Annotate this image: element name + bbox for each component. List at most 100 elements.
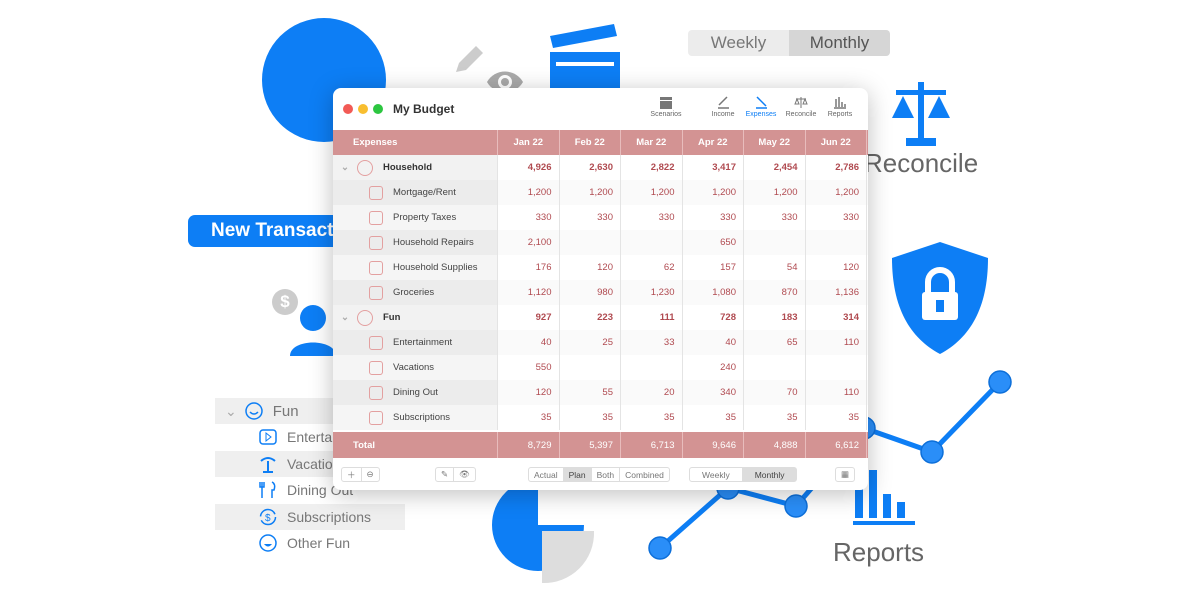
close-button[interactable]	[343, 104, 353, 114]
eye-icon[interactable]: 👁	[454, 468, 475, 481]
cell-value[interactable]: 120	[498, 380, 560, 405]
table-row[interactable]: Mortgage/Rent 1,200 1,200 1,200 1,200 1,200 1,…	[333, 180, 868, 205]
cell-value[interactable]: 176	[498, 255, 560, 280]
cell-value[interactable]: 330	[621, 205, 683, 230]
cell-value[interactable]: 870	[744, 280, 806, 305]
combined-option[interactable]: Combined	[620, 468, 669, 481]
cell-value[interactable]: 120	[806, 255, 867, 280]
cell-value[interactable]: 65	[744, 330, 806, 355]
cell-value[interactable]: 1,080	[683, 280, 744, 305]
weekly-option[interactable]: Weekly	[688, 30, 789, 56]
cell-value[interactable]: 240	[683, 355, 744, 380]
cell-value[interactable]: 223	[560, 305, 621, 330]
cell-value[interactable]: 980	[560, 280, 621, 305]
cell-value[interactable]: 20	[621, 380, 683, 405]
cell-value[interactable]	[744, 230, 806, 255]
cell-value[interactable]: 330	[806, 205, 867, 230]
cell-value[interactable]: 2,822	[621, 155, 683, 180]
cell-value[interactable]	[621, 355, 683, 380]
cell-value[interactable]: 25	[560, 330, 621, 355]
cell-value[interactable]: 35	[806, 405, 867, 430]
cell-value[interactable]: 1,200	[560, 180, 621, 205]
actual-option[interactable]: Actual	[529, 468, 564, 481]
scenarios-button[interactable]: Scenarios	[646, 96, 686, 118]
cell-value[interactable]: 4,926	[498, 155, 560, 180]
cell-value[interactable]: 2,454	[744, 155, 806, 180]
cell-value[interactable]: 330	[744, 205, 806, 230]
cell-value[interactable]: 70	[744, 380, 806, 405]
cell-value[interactable]: 35	[560, 405, 621, 430]
reports-button[interactable]: Reports	[820, 96, 860, 118]
cell-value[interactable]: 330	[498, 205, 560, 230]
cell-value[interactable]: 1,230	[621, 280, 683, 305]
cell-value[interactable]: 111	[621, 305, 683, 330]
table-row[interactable]: Household Repairs 2,100 650	[333, 230, 868, 255]
plan-option[interactable]: Plan	[563, 468, 592, 481]
weekly-option[interactable]: Weekly	[690, 468, 743, 481]
expenses-button[interactable]: Expenses	[741, 96, 781, 118]
cell-value[interactable]: 1,200	[683, 180, 744, 205]
cell-value[interactable]: 550	[498, 355, 560, 380]
cell-value[interactable]: 650	[683, 230, 744, 255]
cell-value[interactable]: 2,786	[806, 155, 867, 180]
cell-value[interactable]: 1,120	[498, 280, 560, 305]
cell-value[interactable]: 1,200	[498, 180, 560, 205]
table-row[interactable]: Household Supplies 176 120 62 157 54 120	[333, 255, 868, 280]
add-button[interactable]: ＋	[342, 468, 362, 481]
cell-value[interactable]	[560, 355, 621, 380]
table-row[interactable]: Vacations 550 240	[333, 355, 868, 380]
cell-value[interactable]: 2,100	[498, 230, 560, 255]
zoom-button[interactable]	[373, 104, 383, 114]
cell-value[interactable]	[806, 230, 867, 255]
cell-value[interactable]	[560, 230, 621, 255]
cell-value[interactable]: 1,136	[806, 280, 867, 305]
table-row[interactable]: Groceries 1,120 980 1,230 1,080 870 1,136	[333, 280, 868, 305]
cell-value[interactable]: 55	[560, 380, 621, 405]
remove-button[interactable]: ⊖	[362, 468, 379, 481]
table-row[interactable]: Subscriptions 35 35 35 35 35 35	[333, 405, 868, 430]
cell-value[interactable]: 35	[621, 405, 683, 430]
category-row[interactable]: ⌄ Fun 927 223 111 728 183 314	[333, 305, 868, 330]
cell-value[interactable]: 40	[683, 330, 744, 355]
table-row[interactable]: Property Taxes 330 330 330 330 330 330	[333, 205, 868, 230]
cell-value[interactable]	[806, 355, 867, 380]
cell-value[interactable]: 728	[683, 305, 744, 330]
income-button[interactable]: Income	[703, 96, 743, 118]
period-toggle[interactable]: Weekly Monthly	[688, 30, 890, 56]
cell-value[interactable]	[621, 230, 683, 255]
cell-value[interactable]: 3,417	[683, 155, 744, 180]
cell-value[interactable]: 340	[683, 380, 744, 405]
reconcile-button[interactable]: Reconcile	[781, 96, 821, 118]
monthly-option[interactable]: Monthly	[789, 30, 890, 56]
cell-value[interactable]: 110	[806, 380, 867, 405]
cell-value[interactable]	[744, 355, 806, 380]
sidebar-item[interactable]: Other Fun	[215, 530, 405, 556]
cell-value[interactable]: 183	[744, 305, 806, 330]
cell-value[interactable]: 35	[683, 405, 744, 430]
calendar-button[interactable]: ▦	[835, 467, 856, 482]
cell-value[interactable]: 2,630	[560, 155, 621, 180]
cell-value[interactable]: 157	[683, 255, 744, 280]
chevron-down-icon[interactable]: ⌄	[341, 162, 349, 173]
chevron-down-icon[interactable]: ⌄	[341, 312, 349, 323]
cell-value[interactable]: 330	[560, 205, 621, 230]
cell-value[interactable]: 120	[560, 255, 621, 280]
cell-value[interactable]: 927	[498, 305, 560, 330]
table-row[interactable]: Entertainment 40 25 33 40 65 110	[333, 330, 868, 355]
sidebar-item[interactable]: $ Subscriptions	[215, 504, 405, 530]
cell-value[interactable]: 1,200	[806, 180, 867, 205]
cell-value[interactable]: 1,200	[621, 180, 683, 205]
cell-value[interactable]: 35	[498, 405, 560, 430]
cell-value[interactable]: 314	[806, 305, 867, 330]
table-row[interactable]: Dining Out 120 55 20 340 70 110	[333, 380, 868, 405]
cell-value[interactable]: 54	[744, 255, 806, 280]
monthly-option[interactable]: Monthly	[742, 468, 797, 481]
cell-value[interactable]: 110	[806, 330, 867, 355]
cell-value[interactable]: 62	[621, 255, 683, 280]
cell-value[interactable]: 35	[744, 405, 806, 430]
pencil-icon[interactable]: ✎	[436, 468, 455, 481]
cell-value[interactable]: 1,200	[744, 180, 806, 205]
cell-value[interactable]: 40	[498, 330, 560, 355]
category-row[interactable]: ⌄ Household 4,926 2,630 2,822 3,417 2,454 2,786	[333, 155, 868, 180]
minimize-button[interactable]	[358, 104, 368, 114]
